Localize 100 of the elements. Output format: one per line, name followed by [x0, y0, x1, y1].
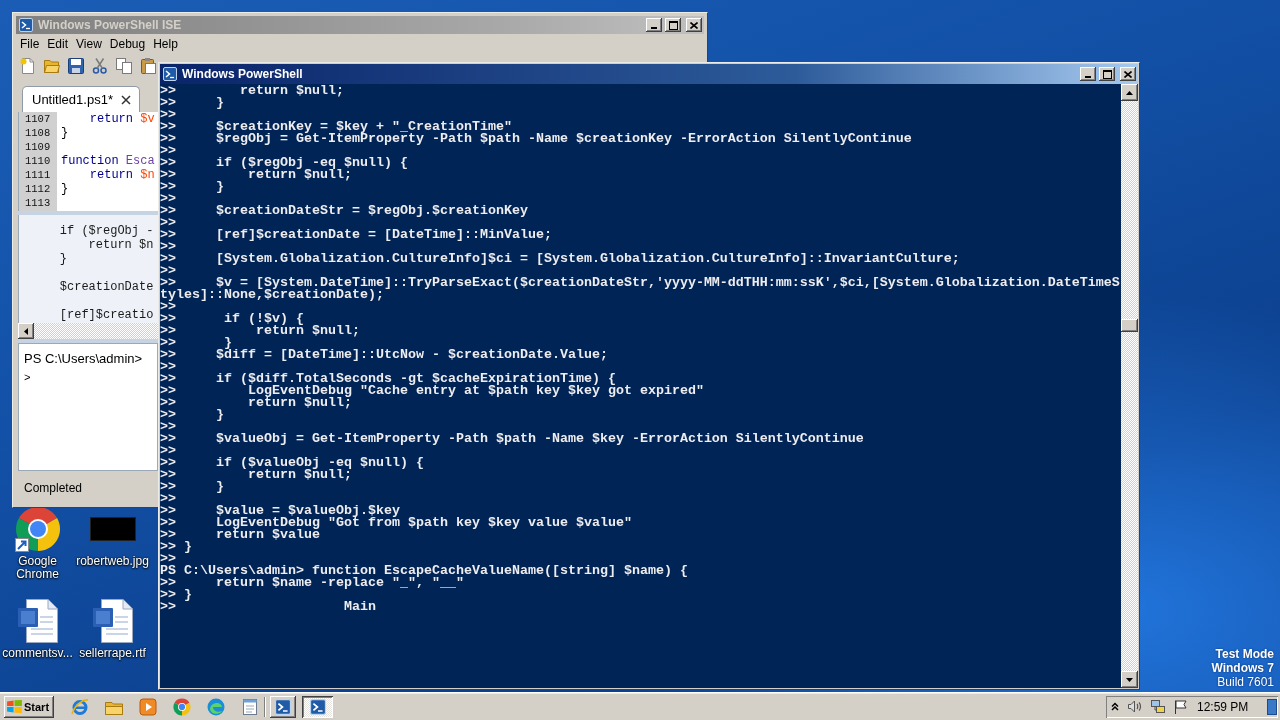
code-line: return $n	[88, 168, 156, 182]
console-line: >> $creationDateStr = $regObj.$creationKey	[160, 205, 529, 217]
maximize-icon	[668, 20, 678, 30]
menu-item[interactable]: Debug	[105, 37, 150, 51]
console-line: tyles]::None,$creationDate);	[160, 289, 384, 301]
chrome-shortcut-icon[interactable]	[14, 506, 61, 552]
scissors-icon[interactable]	[92, 58, 108, 74]
terminal-icon	[309, 698, 326, 715]
console-line: >> return $null;	[160, 325, 361, 337]
script-editor[interactable]: 1107 1108 1109 1110 1111 1112 1113 return $v } function Esca return $n }	[18, 112, 158, 211]
close-icon[interactable]	[120, 94, 131, 105]
console-line: >> Main	[160, 601, 377, 613]
up-arrow-icon	[1126, 90, 1133, 95]
flag-icon[interactable]	[1174, 699, 1188, 714]
taskbar-window-button[interactable]	[270, 695, 296, 718]
scroll-down-button[interactable]	[1121, 671, 1138, 688]
console-line: >> if ($regObj -eq $null) {	[160, 157, 409, 169]
os-notice-text: Windows 7	[1211, 661, 1274, 675]
console-line: >>	[160, 241, 177, 253]
minimize-button[interactable]	[1080, 67, 1096, 81]
console-line: >> if ($valueObj -eq $null) {	[160, 457, 425, 469]
maximize-button[interactable]	[1099, 67, 1115, 81]
console-line: >> $creationKey = $key + "_CreationTime"	[160, 121, 512, 133]
console-line: PS C:\Users\admin> function EscapeCacheValueName([string] $name) {	[160, 565, 689, 577]
maximize-button[interactable]	[665, 18, 681, 32]
copy-icon[interactable]	[116, 58, 132, 74]
menu-item[interactable]: Edit	[43, 37, 73, 51]
console-line: >> LogEventDebug "Cache entry at $path key $key got expired"	[160, 385, 705, 397]
console-line: >> }	[160, 481, 225, 493]
network-icon[interactable]	[1151, 699, 1165, 714]
console-line: >>	[160, 145, 177, 157]
menu-item[interactable]: Help	[149, 37, 182, 51]
taskbar-window-button[interactable]	[302, 695, 333, 718]
close-icon	[1124, 70, 1132, 78]
scroll-up-button[interactable]	[1121, 84, 1138, 101]
word-document-icon[interactable]	[92, 599, 133, 643]
start-button[interactable]: Start	[4, 695, 54, 718]
line-number: 1113	[25, 197, 51, 209]
console-line: >>	[160, 301, 176, 313]
tab[interactable]: Untitled1.ps1*	[22, 86, 140, 112]
image-thumbnail[interactable]	[89, 517, 136, 541]
media-player-icon[interactable]	[139, 697, 157, 716]
command-pane[interactable]: PS C:\Users\admin> >	[18, 343, 158, 471]
console-line: >>	[160, 217, 177, 229]
notepad-icon[interactable]	[241, 697, 259, 716]
minimize-button[interactable]	[646, 18, 662, 32]
console-line: >> if (!$v) {	[160, 313, 305, 325]
output-line: return $n	[87, 238, 155, 252]
code-line: }	[61, 126, 70, 140]
console-line: >> if ($diff.TotalSeconds -gt $cacheExpirationTime) {	[160, 373, 616, 385]
output-line: if ($regObj -	[58, 224, 155, 238]
console-line: >> }	[160, 97, 225, 109]
vertical-scrollbar[interactable]	[1121, 84, 1138, 688]
console-line: >> return $null;	[160, 169, 352, 181]
console-line: >> return $null;	[160, 85, 345, 97]
console-line: >> [ref]$creationDate = [DateTime]::MinValue;	[160, 229, 553, 241]
console-line: >> $v = [System.DateTime]::TryParseExact($creationDateStr,'yyyy-MM-ddTHH:mm:ssK',$ci,[System.Globalization.DateTimeS	[160, 277, 1121, 289]
desktop-icon-label[interactable]: sellerrape.rtf	[79, 647, 146, 660]
console-line: >>	[160, 553, 177, 565]
line-number: 1112	[25, 183, 51, 195]
close-button[interactable]	[1120, 67, 1136, 81]
output-line: [ref]$creatio	[58, 308, 155, 322]
minimize-icon	[651, 27, 657, 29]
console-line: >>	[160, 421, 177, 433]
console-line: >> $regObj = Get-ItemProperty -Path $path -Name $creationKey -ErrorAction SilentlyContinue	[160, 133, 913, 145]
console-line: >> $valueObj = Get-ItemProperty -Path $path -Name $key -ErrorAction SilentlyContinue	[160, 433, 865, 445]
chrome-icon[interactable]	[173, 697, 191, 716]
console-line: >> $diff = [DateTime]::UtcNow - $creationDate.Value;	[160, 349, 609, 361]
console-line: >> }	[160, 589, 193, 601]
save-icon[interactable]	[68, 58, 84, 74]
down-arrow-icon	[1126, 677, 1133, 682]
console-line: >>	[160, 193, 177, 205]
line-number: 1108	[25, 127, 51, 139]
console-line: >>	[160, 445, 177, 457]
horizontal-scrollbar[interactable]	[18, 323, 158, 339]
desktop-icon-label[interactable]: commentsv...	[2, 647, 73, 660]
open-folder-icon[interactable]	[44, 58, 60, 74]
code-line: return $v	[88, 112, 156, 126]
code-line: function Esca	[61, 154, 156, 168]
console-line: >>	[160, 109, 177, 121]
scroll-left-button[interactable]	[18, 323, 34, 339]
console-line: >> }	[160, 541, 193, 553]
new-document-icon[interactable]	[20, 58, 36, 74]
console-line: >> $value = $valueObj.$key	[160, 505, 401, 517]
menu-item[interactable]: File	[16, 37, 44, 51]
show-desktop-icon[interactable]	[1267, 698, 1278, 715]
menu-item[interactable]: View	[72, 37, 106, 51]
speaker-icon[interactable]	[1128, 700, 1142, 713]
paste-icon[interactable]	[140, 58, 156, 74]
left-arrow-icon	[24, 327, 28, 335]
word-document-icon[interactable]	[17, 599, 58, 643]
desktop-icon-label[interactable]: Google Chrome	[0, 555, 75, 581]
scroll-thumb[interactable]	[1121, 319, 1138, 332]
desktop-icon-label[interactable]: robertweb.jpg	[76, 555, 149, 568]
maximize-icon	[1102, 69, 1112, 79]
close-button[interactable]	[686, 18, 702, 32]
clock[interactable]: 12:59 PM	[1197, 699, 1249, 714]
line-number: 1109	[25, 141, 51, 153]
browser-icon[interactable]	[71, 697, 89, 716]
chevron-up-icon[interactable]	[1111, 702, 1119, 711]
